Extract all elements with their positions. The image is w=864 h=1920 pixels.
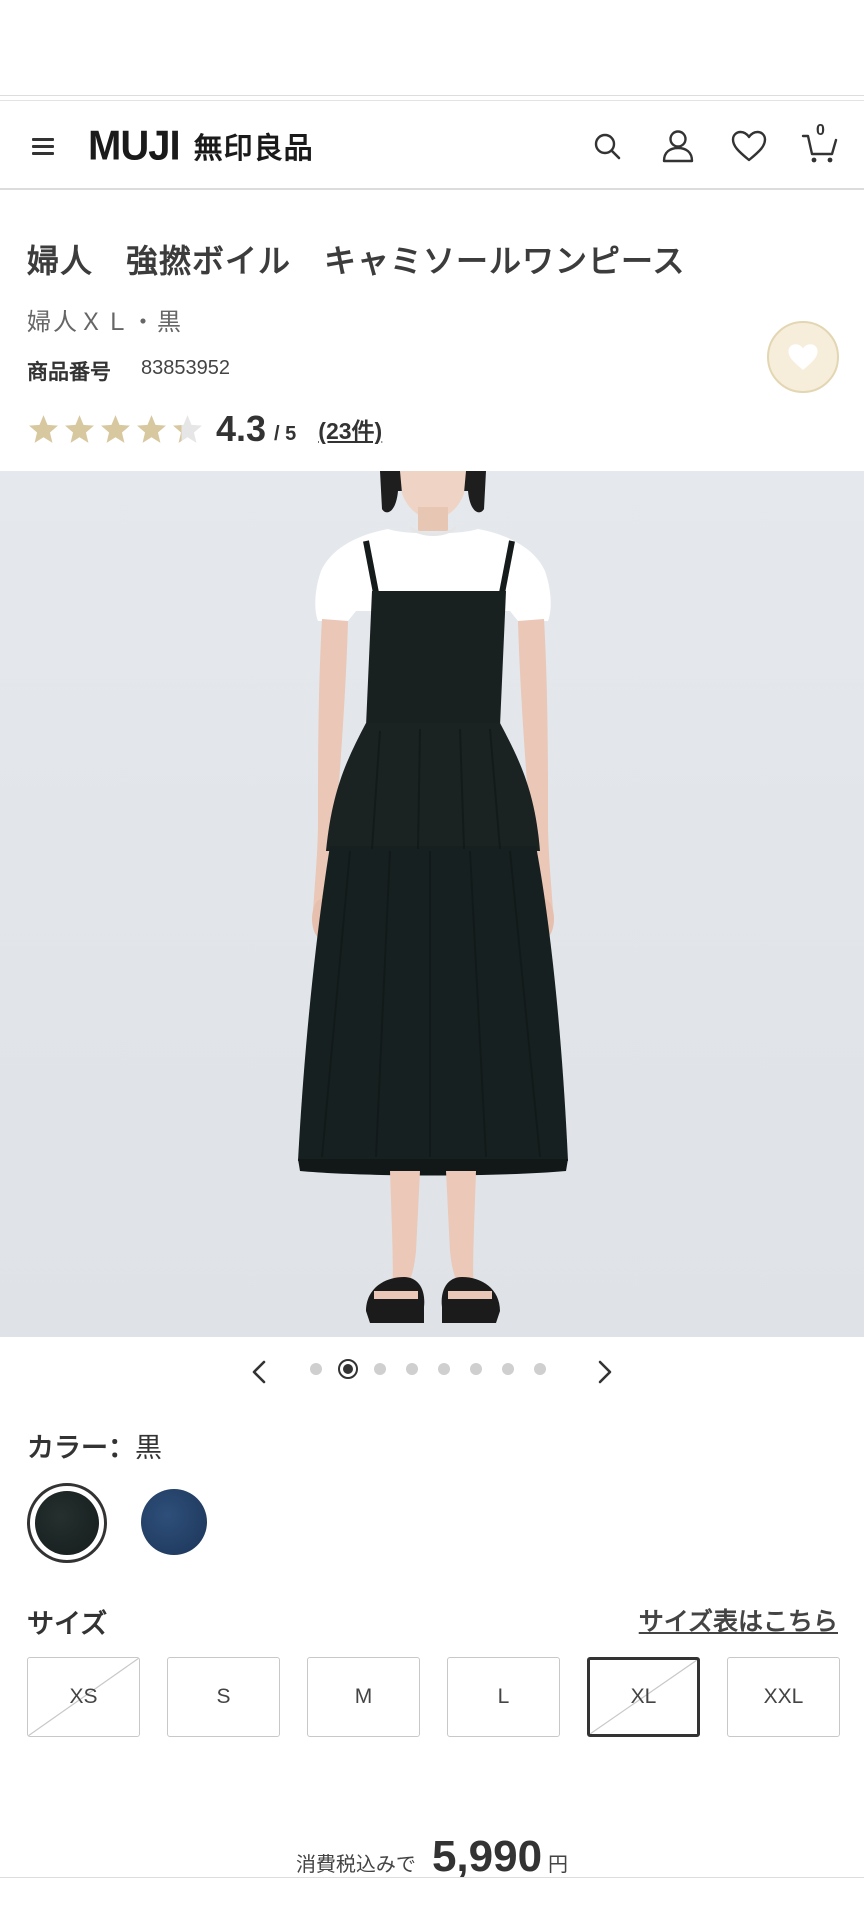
carousel-dot[interactable]	[338, 1359, 358, 1379]
heart-icon	[788, 344, 818, 370]
rating-value: 4.3	[216, 408, 267, 449]
carousel-dot[interactable]	[310, 1363, 322, 1375]
color-swatch-navy[interactable]	[141, 1489, 207, 1555]
product-title: 婦人 強撚ボイル キャミソールワンピース	[27, 242, 686, 280]
logo-japanese: 無印良品	[193, 131, 314, 165]
carousel-dot[interactable]	[502, 1363, 514, 1375]
star-icon	[65, 414, 94, 443]
chevron-right-icon[interactable]	[588, 1356, 620, 1388]
product-image[interactable]	[0, 471, 864, 1337]
carousel-dots	[309, 1359, 547, 1379]
site-header: MUJI 無印良品 0	[0, 102, 864, 190]
cart-count-badge: 0	[816, 122, 825, 139]
model-photo	[298, 471, 568, 1323]
color-label-title: カラー：	[27, 1433, 135, 1464]
size-option-s[interactable]: S	[167, 1657, 280, 1737]
status-bar-area	[0, 0, 864, 101]
price-prefix: 消費税込みで	[295, 1852, 416, 1876]
product-rating: 4.3 / 5 (23件)	[27, 406, 382, 452]
star-icon	[173, 414, 202, 443]
rating-max: / 5	[274, 422, 297, 445]
carousel-dot[interactable]	[406, 1363, 418, 1375]
heart-icon[interactable]	[727, 124, 771, 168]
image-carousel-nav	[0, 1352, 864, 1392]
product-variant: 婦人ＸＬ・黒	[27, 308, 183, 336]
account-icon[interactable]	[656, 124, 700, 168]
logo-latin: MUJI	[88, 122, 181, 169]
product-code-value: 83853952	[141, 357, 230, 379]
product-code-label: 商品番号	[27, 360, 111, 384]
muji-logo[interactable]: MUJI 無印良品	[88, 122, 314, 170]
color-swatch-black[interactable]	[27, 1483, 107, 1563]
size-option-xl[interactable]: XL	[587, 1657, 700, 1737]
size-option-label: L	[497, 1685, 510, 1708]
menu-icon[interactable]	[26, 130, 60, 162]
size-label: サイズ	[27, 1609, 108, 1640]
size-option-l[interactable]: L	[447, 1657, 560, 1737]
color-selected-value: 黒	[135, 1433, 162, 1464]
star-icon	[101, 414, 130, 443]
size-option-m[interactable]: M	[307, 1657, 420, 1737]
carousel-dot[interactable]	[438, 1363, 450, 1375]
star-icon	[29, 414, 58, 443]
cart-icon[interactable]: 0	[798, 122, 842, 168]
size-option-label: S	[216, 1685, 231, 1708]
price-block: 消費税込みで 5,990 円	[0, 1832, 864, 1882]
rating-stars	[27, 413, 204, 446]
carousel-dot[interactable]	[534, 1363, 546, 1375]
carousel-dot[interactable]	[374, 1363, 386, 1375]
size-chart-link[interactable]: サイズ表はこちら	[639, 1602, 838, 1638]
price-unit: 円	[548, 1852, 569, 1876]
star-icon	[137, 414, 166, 443]
size-option-label: XS	[69, 1685, 98, 1708]
add-to-favorites-button[interactable]	[767, 321, 839, 393]
chevron-left-icon[interactable]	[244, 1356, 276, 1388]
size-option-label: XXL	[763, 1685, 804, 1708]
size-option-xs[interactable]: XS	[27, 1657, 140, 1737]
size-option-label: M	[354, 1685, 373, 1708]
divider	[0, 1877, 864, 1878]
size-option-xxl[interactable]: XXL	[727, 1657, 840, 1737]
color-label: カラー：黒	[27, 1426, 162, 1465]
price-value: 5,990	[431, 1832, 543, 1881]
search-icon[interactable]	[585, 124, 629, 168]
review-count-link[interactable]: (23件)	[318, 412, 382, 446]
size-option-label: XL	[630, 1685, 657, 1708]
carousel-dot[interactable]	[470, 1363, 482, 1375]
